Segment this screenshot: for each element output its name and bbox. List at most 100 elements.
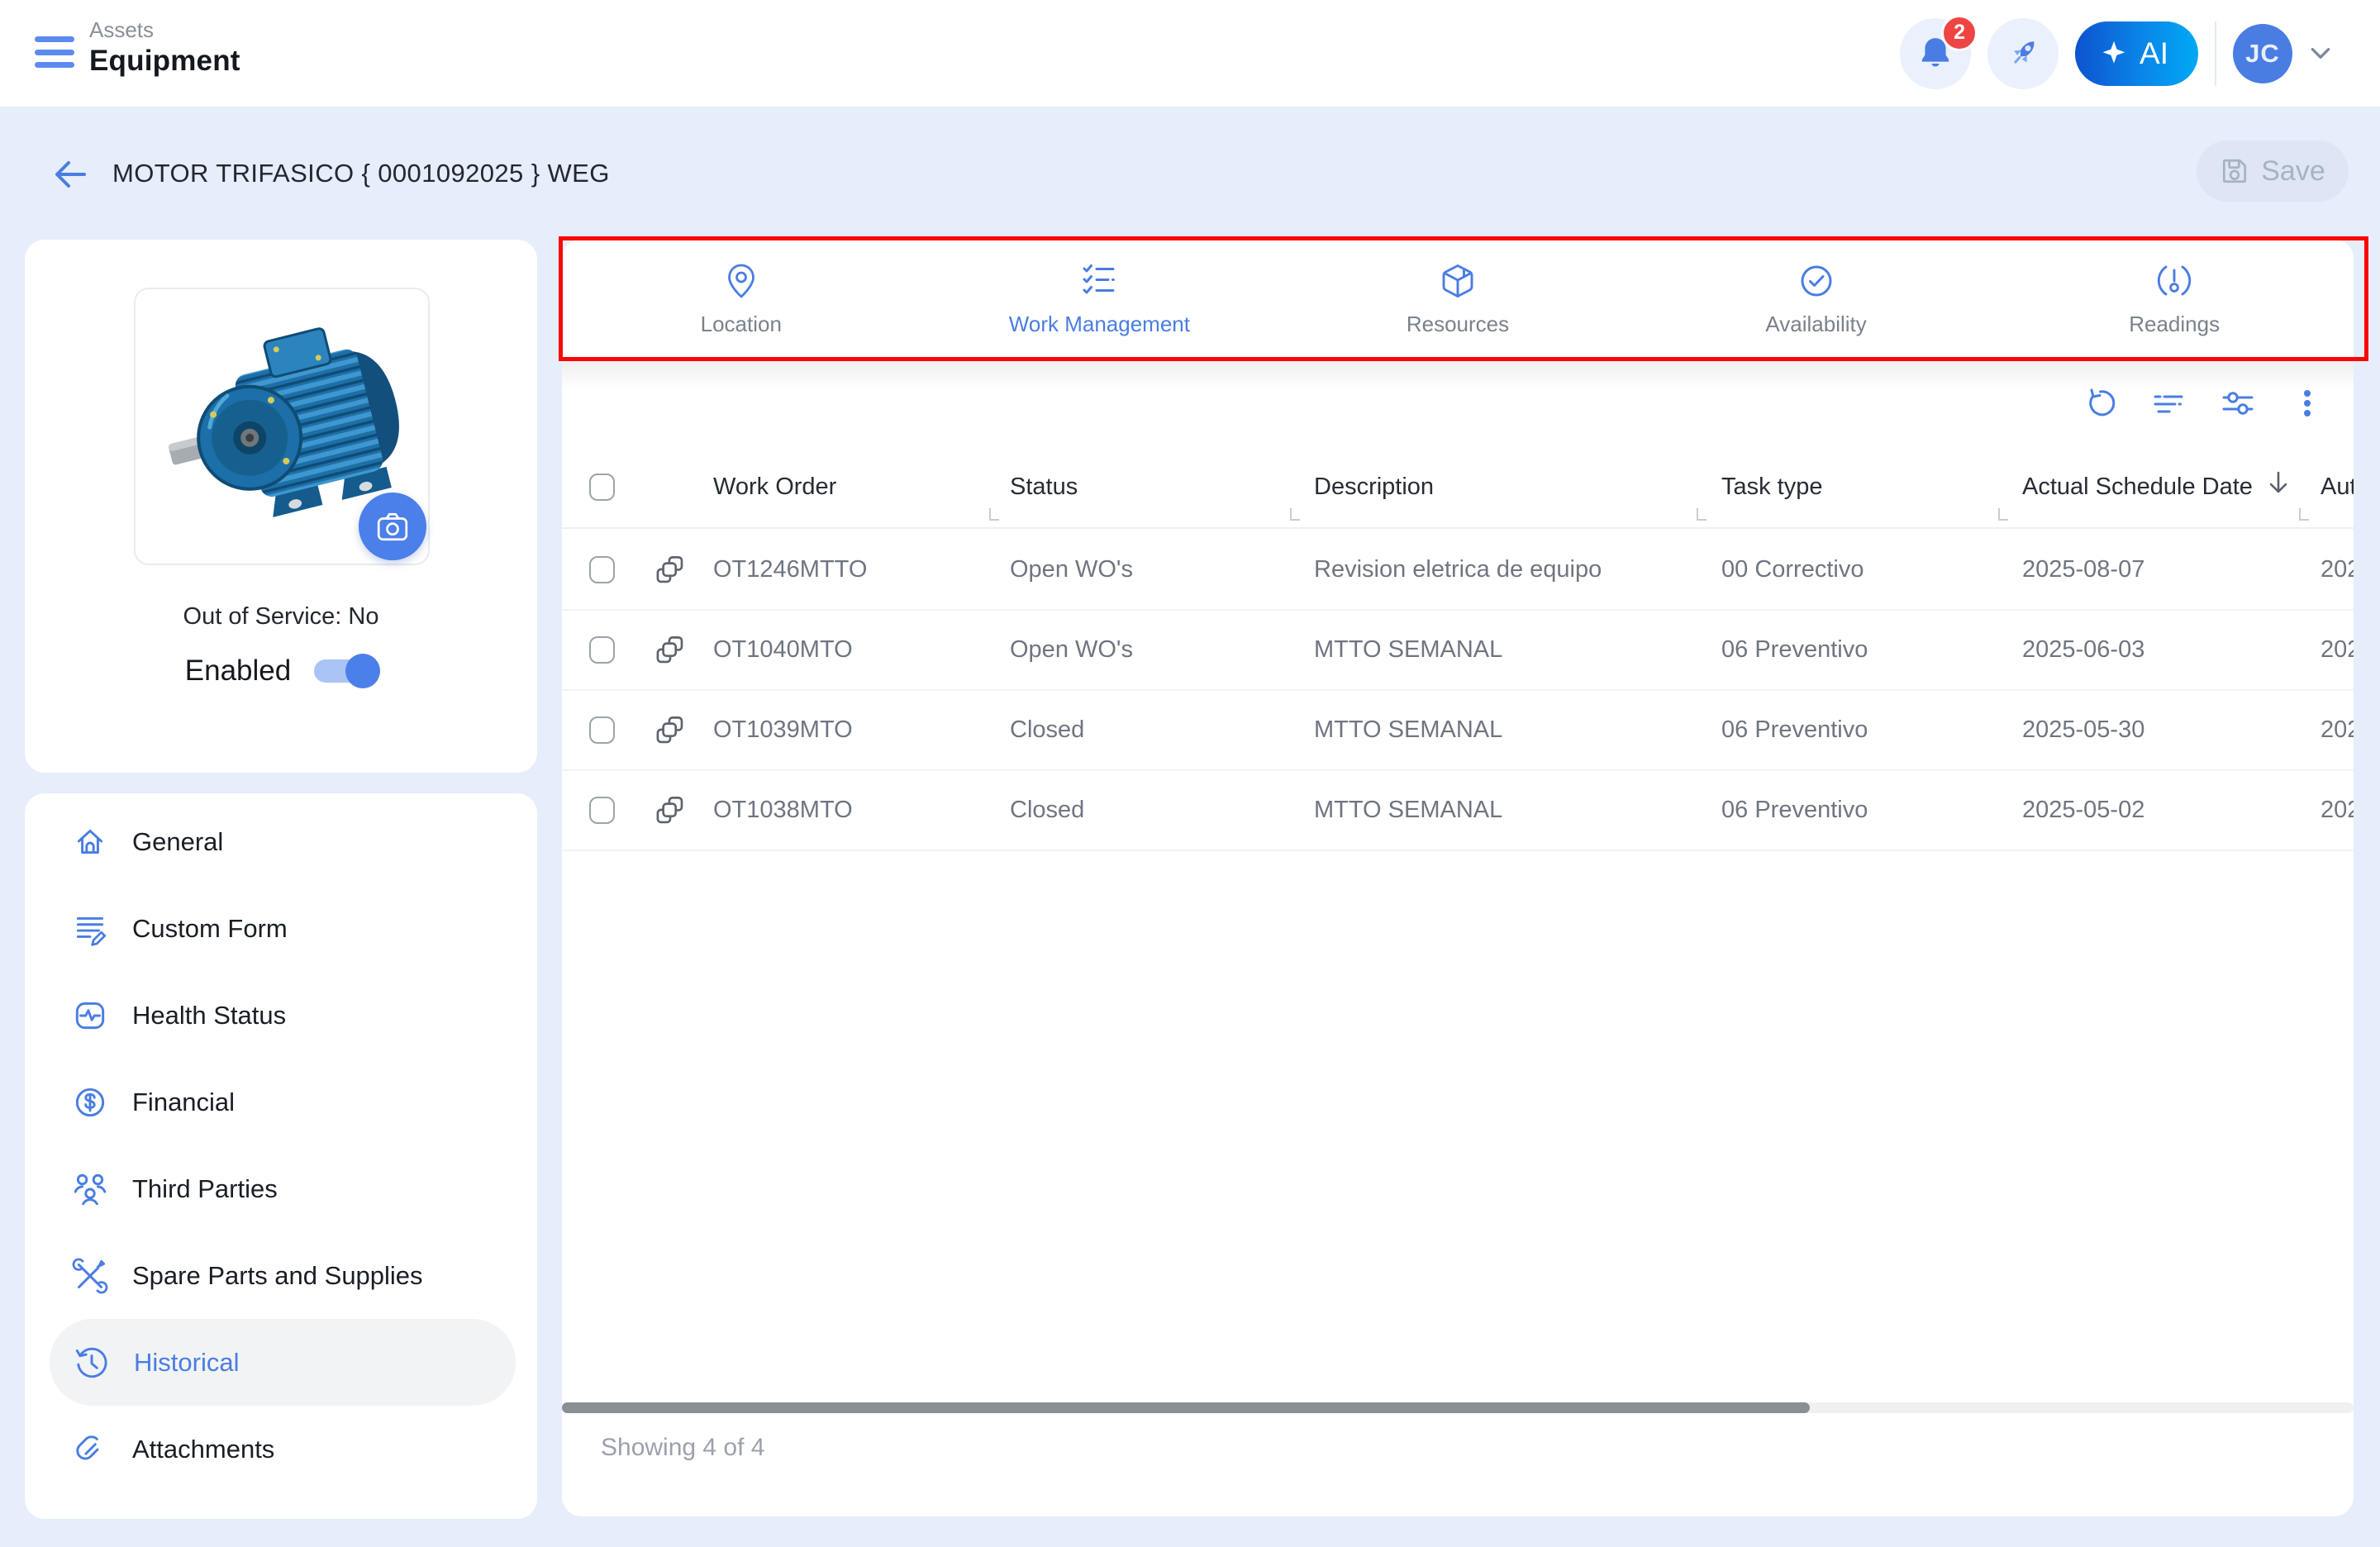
form-icon xyxy=(71,910,109,948)
save-button-label: Save xyxy=(2261,155,2325,188)
column-resize-handle[interactable] xyxy=(989,508,999,521)
asset-sections-nav: General Custom Form Health Status Financ… xyxy=(25,793,537,1519)
table-header-row: Work Order Status Description Task type … xyxy=(562,446,2354,529)
asset-detail-tabs: Location Work Management Resources xyxy=(562,240,2354,359)
linked-records-icon[interactable] xyxy=(654,795,686,826)
cell-task-type: 06 Preventivo xyxy=(1721,691,1868,769)
asset-title: MOTOR TRIFASICO { 0001092025 } WEG xyxy=(112,159,610,188)
more-options-icon[interactable] xyxy=(2291,387,2324,420)
whats-new-button[interactable] xyxy=(1987,18,2059,89)
filter-icon[interactable] xyxy=(2152,387,2185,420)
cell-description: Revision eletrica de equipo xyxy=(1314,531,1602,609)
sidebar-item-custom-form[interactable]: Custom Form xyxy=(25,885,537,972)
save-button[interactable]: Save xyxy=(2197,140,2349,202)
tab-work-management[interactable]: Work Management xyxy=(921,240,1279,359)
rocket-icon xyxy=(2004,35,2042,73)
linked-records-icon[interactable] xyxy=(654,635,686,666)
cell-auto: 202 xyxy=(2320,531,2354,609)
cell-auto: 202 xyxy=(2320,771,2354,850)
column-resize-handle[interactable] xyxy=(1697,508,1706,521)
back-button[interactable] xyxy=(50,155,89,193)
column-header-task-type[interactable]: Task type xyxy=(1721,446,1823,527)
menu-icon[interactable] xyxy=(35,36,74,68)
tab-availability[interactable]: Availability xyxy=(1637,240,1996,359)
sidebar-item-third-parties[interactable]: Third Parties xyxy=(25,1145,537,1232)
horizontal-scrollbar-thumb[interactable] xyxy=(562,1402,1810,1413)
package-icon xyxy=(1439,262,1477,300)
column-resize-handle[interactable] xyxy=(2299,508,2309,521)
tab-readings[interactable]: Readings xyxy=(1995,240,2354,359)
cell-work-order[interactable]: OT1246MTTO xyxy=(713,531,867,609)
sparkle-icon xyxy=(2100,40,2128,68)
sidebar-item-historical[interactable]: Historical xyxy=(50,1319,516,1406)
back-arrow-icon xyxy=(57,163,84,186)
enabled-toggle[interactable] xyxy=(314,659,377,683)
linked-records-icon[interactable] xyxy=(654,555,686,586)
cell-status: Closed xyxy=(1010,771,1084,850)
row-checkbox[interactable] xyxy=(589,556,615,583)
ai-assistant-button[interactable]: AI xyxy=(2075,21,2198,86)
column-header-auto[interactable]: Aut xyxy=(2320,446,2354,527)
linked-records-icon[interactable] xyxy=(654,715,686,746)
tab-resources[interactable]: Resources xyxy=(1278,240,1637,359)
cell-work-order[interactable]: OT1038MTO xyxy=(713,771,853,850)
cell-actual-schedule-date: 2025-06-03 xyxy=(2022,611,2144,689)
cell-work-order[interactable]: OT1039MTO xyxy=(713,691,853,769)
work-management-panel: Work Order Status Description Task type … xyxy=(562,359,2354,1516)
change-photo-button[interactable] xyxy=(359,493,426,560)
sidebar-item-document-management[interactable]: Document Management xyxy=(25,1492,537,1519)
column-header-work-order[interactable]: Work Order xyxy=(713,446,836,527)
home-icon xyxy=(71,823,109,861)
gauge-icon xyxy=(2155,262,2193,300)
table-row[interactable]: OT1246MTTO Open WO's Revision eletrica d… xyxy=(562,531,2354,611)
refresh-icon[interactable] xyxy=(2082,387,2116,420)
app-breadcrumb: Assets Equipment xyxy=(89,17,240,79)
table-row[interactable]: OT1040MTO Open WO's MTTO SEMANAL 06 Prev… xyxy=(562,611,2354,691)
camera-icon xyxy=(375,510,410,543)
top-app-bar: Assets Equipment 2 xyxy=(0,0,2380,107)
cell-description: MTTO SEMANAL xyxy=(1314,611,1502,689)
cell-task-type: 06 Preventivo xyxy=(1721,611,1868,689)
cell-actual-schedule-date: 2025-05-30 xyxy=(2022,691,2144,769)
dollar-icon xyxy=(71,1083,109,1121)
table-row[interactable]: OT1038MTO Closed MTTO SEMANAL 06 Prevent… xyxy=(562,771,2354,851)
toggle-knob xyxy=(345,654,380,688)
cell-description: MTTO SEMANAL xyxy=(1314,771,1502,850)
horizontal-scrollbar-track[interactable] xyxy=(562,1402,2354,1413)
row-checkbox[interactable] xyxy=(589,636,615,664)
people-icon xyxy=(71,1170,109,1208)
sort-desc-icon xyxy=(2266,469,2291,496)
ai-button-label: AI xyxy=(2140,36,2168,71)
user-avatar[interactable]: JC xyxy=(2233,24,2292,83)
cell-work-order[interactable]: OT1040MTO xyxy=(713,611,853,689)
history-icon xyxy=(73,1344,111,1382)
column-header-status[interactable]: Status xyxy=(1010,446,1078,527)
sidebar-item-general[interactable]: General xyxy=(25,798,537,885)
column-header-actual-schedule-date[interactable]: Actual Schedule Date xyxy=(2022,446,2291,527)
table-row[interactable]: OT1039MTO Closed MTTO SEMANAL 06 Prevent… xyxy=(562,691,2354,771)
sidebar-item-spare-parts[interactable]: Spare Parts and Supplies xyxy=(25,1232,537,1319)
sidebar-item-attachments[interactable]: Attachments xyxy=(25,1406,537,1492)
column-resize-handle[interactable] xyxy=(1998,508,2008,521)
tab-location[interactable]: Location xyxy=(562,240,921,359)
cell-status: Closed xyxy=(1010,691,1084,769)
notifications-button[interactable]: 2 xyxy=(1900,18,1971,89)
table-toolbar xyxy=(562,359,2354,446)
page-title-equipment: Equipment xyxy=(89,43,240,79)
health-icon xyxy=(71,997,109,1035)
cell-actual-schedule-date: 2025-05-02 xyxy=(2022,771,2144,850)
row-checkbox[interactable] xyxy=(589,716,615,744)
cell-task-type: 00 Correctivo xyxy=(1721,531,1864,609)
out-of-service-status: Out of Service: No xyxy=(25,603,537,631)
column-settings-icon[interactable] xyxy=(2221,387,2254,420)
column-resize-handle[interactable] xyxy=(1290,508,1300,521)
save-icon xyxy=(2220,156,2249,186)
sidebar-item-health-status[interactable]: Health Status xyxy=(25,972,537,1059)
column-header-description[interactable]: Description xyxy=(1314,446,1434,527)
row-checkbox[interactable] xyxy=(589,797,615,824)
chevron-down-icon[interactable] xyxy=(2309,42,2332,65)
select-all-checkbox[interactable] xyxy=(589,474,615,501)
breadcrumb-assets: Assets xyxy=(89,17,240,43)
cell-task-type: 06 Preventivo xyxy=(1721,771,1868,850)
sidebar-item-financial[interactable]: Financial xyxy=(25,1059,537,1145)
